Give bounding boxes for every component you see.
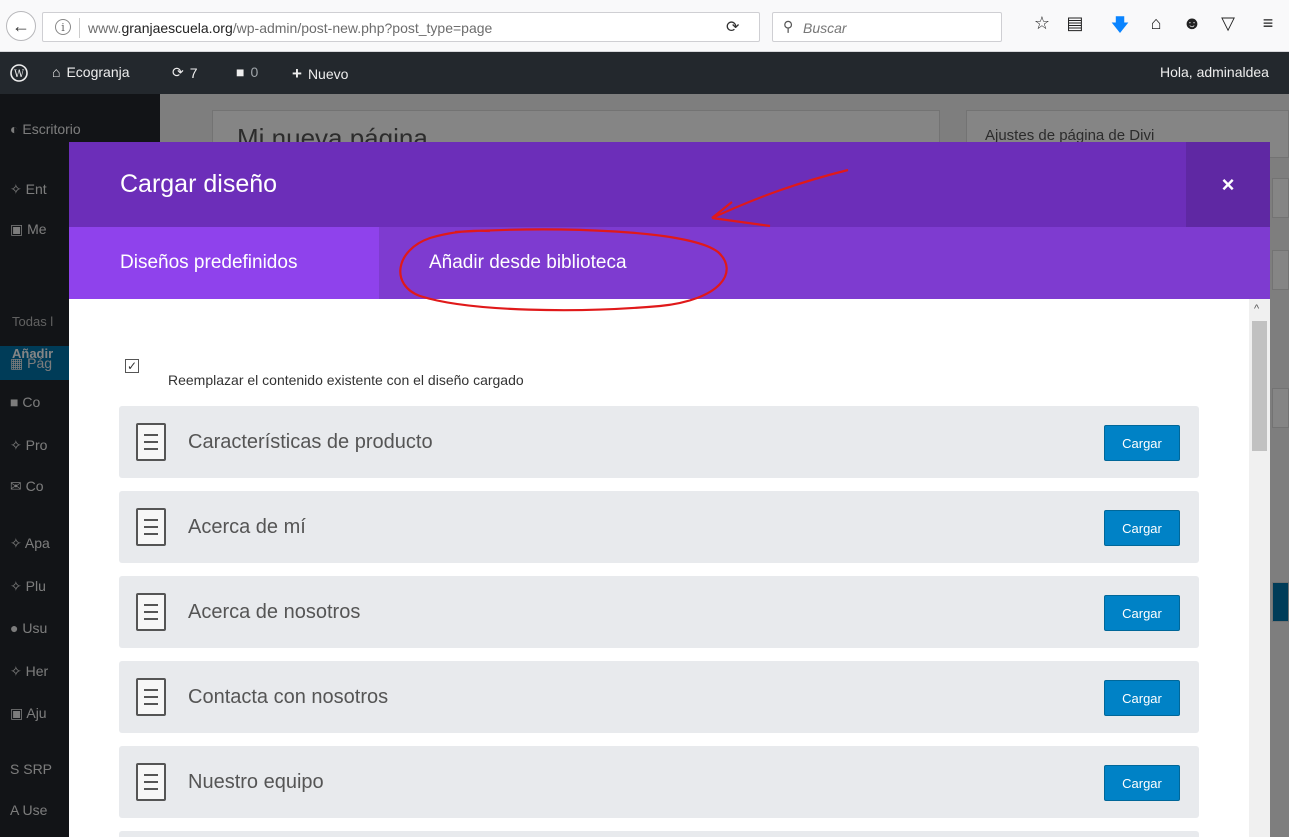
updates-icon: ⟳ [172, 64, 184, 80]
load-button[interactable]: Cargar [1104, 595, 1180, 631]
reload-icon[interactable]: ⟳ [726, 17, 739, 37]
document-icon [136, 763, 166, 801]
tab-predefined-label: Diseños predefinidos [120, 252, 298, 273]
load-button[interactable]: Cargar [1104, 680, 1180, 716]
plus-icon: + [292, 64, 302, 83]
layout-row: Nuestro equipo Cargar [119, 746, 1199, 818]
url-divider [79, 18, 80, 38]
close-icon: × [1221, 171, 1235, 197]
modal-header: Cargar diseño × [69, 142, 1270, 227]
new-content-link[interactable]: + Nuevo [292, 64, 348, 84]
replace-content-checkbox[interactable]: ✓ [125, 359, 139, 373]
layout-title: Características de producto [188, 431, 433, 453]
browser-search-input[interactable]: ⚲ Buscar [772, 12, 1002, 42]
load-button-label: Cargar [1122, 520, 1162, 536]
tab-predefined-layouts[interactable]: Diseños predefinidos [69, 227, 379, 299]
document-icon [136, 678, 166, 716]
load-button-label: Cargar [1122, 690, 1162, 706]
bookmark-star-icon[interactable]: ☆ [1030, 13, 1054, 34]
pocket-icon[interactable]: ▽ [1216, 13, 1240, 34]
load-layout-modal: Cargar diseño × Diseños predefinidos Aña… [69, 142, 1270, 837]
modal-scrollbar[interactable]: ^ [1249, 299, 1270, 837]
document-icon [136, 423, 166, 461]
tab-add-from-library[interactable]: Añadir desde biblioteca [429, 227, 627, 299]
url-text[interactable]: www.granjaescuela.org/wp-admin/post-new.… [88, 20, 492, 36]
load-button[interactable]: Cargar [1104, 425, 1180, 461]
load-button-label: Cargar [1122, 775, 1162, 791]
layout-row: Características de producto Cargar [119, 406, 1199, 478]
layout-title: Acerca de nosotros [188, 601, 361, 623]
layout-row: Contacta con nosotros Cargar [119, 661, 1199, 733]
home-icon[interactable]: ⌂ [1144, 13, 1168, 34]
tab-library-label: Añadir desde biblioteca [429, 252, 627, 273]
search-placeholder: Buscar [803, 20, 847, 36]
document-icon [136, 593, 166, 631]
browser-toolbar: ← i www.granjaescuela.org/wp-admin/post-… [0, 0, 1289, 52]
updates-link[interactable]: ⟳ 7 [172, 64, 198, 81]
new-label: Nuevo [307, 66, 349, 82]
home-icon: ⌂ [52, 64, 61, 80]
download-arrow-icon[interactable]: 🡇 [1108, 13, 1132, 43]
site-name: Ecogranja [66, 64, 130, 80]
close-button[interactable]: × [1186, 142, 1270, 227]
modal-body: ✓ Reemplazar el contenido existente con … [69, 299, 1270, 837]
replace-content-label: Reemplazar el contenido existente con el… [168, 372, 524, 388]
layout-title: Acerca de mí [188, 516, 306, 538]
document-icon [136, 508, 166, 546]
site-home-link[interactable]: ⌂ Ecogranja [52, 64, 130, 80]
account-greeting[interactable]: Hola, adminaldea [1160, 64, 1269, 80]
layout-title: Nuestro equipo [188, 771, 324, 793]
reading-list-icon[interactable]: ▤ [1063, 13, 1087, 34]
greeting-text: Hola, adminaldea [1160, 64, 1269, 80]
url-prefix: www. [88, 20, 122, 36]
search-icon: ⚲ [783, 18, 794, 34]
layout-row: Acerca de mí Cargar [119, 491, 1199, 563]
comment-bubble-icon: ■ [236, 64, 245, 80]
modal-title: Cargar diseño [120, 170, 278, 198]
scroll-thumb[interactable] [1252, 321, 1267, 451]
chat-icon[interactable]: ☻ [1180, 13, 1204, 34]
wp-admin-bar: W ⌂ Ecogranja ⟳ 7 ■ 0 + Nuevo Hola, admi… [0, 52, 1289, 94]
info-icon[interactable]: i [55, 19, 71, 35]
layout-row: Acerca de nosotros Cargar [119, 576, 1199, 648]
back-arrow-icon[interactable]: ← [6, 11, 36, 41]
menu-icon[interactable]: ≡ [1256, 13, 1280, 34]
load-button[interactable]: Cargar [1104, 510, 1180, 546]
wordpress-logo-icon[interactable]: W [10, 64, 28, 82]
layout-row [119, 831, 1199, 837]
load-button-label: Cargar [1122, 605, 1162, 621]
url-bar[interactable]: i www.granjaescuela.org/wp-admin/post-ne… [42, 12, 760, 42]
svg-text:W: W [14, 69, 25, 80]
comments-count: 0 [250, 64, 259, 80]
scroll-up-icon[interactable]: ^ [1254, 303, 1259, 315]
comments-link[interactable]: ■ 0 [236, 64, 258, 80]
load-button[interactable]: Cargar [1104, 765, 1180, 801]
url-path: /wp-admin/post-new.php?post_type=page [232, 20, 493, 36]
url-domain: granjaescuela.org [121, 20, 233, 36]
layout-title: Contacta con nosotros [188, 686, 389, 708]
modal-tabs: Diseños predefinidos Añadir desde biblio… [69, 227, 1270, 299]
updates-count: 7 [189, 64, 198, 81]
load-button-label: Cargar [1122, 435, 1162, 451]
